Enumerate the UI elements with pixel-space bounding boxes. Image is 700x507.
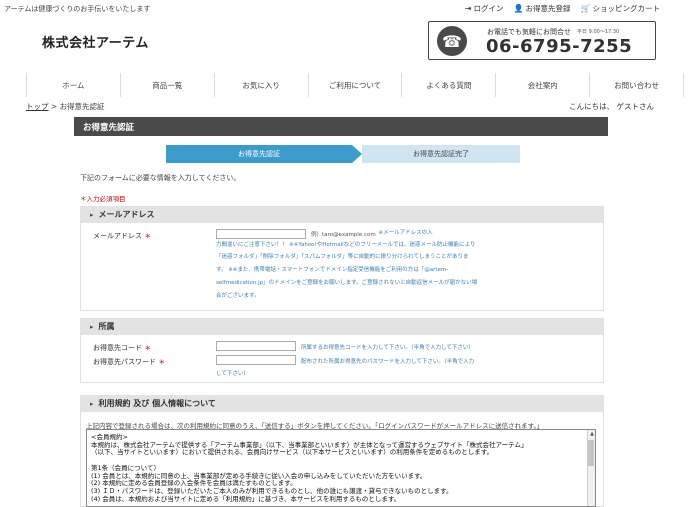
greeting: こんにちは、 ゲストさん	[569, 102, 654, 111]
step-arrow	[352, 145, 362, 163]
code-label: お得意先コード ＊	[93, 343, 151, 353]
breadcrumb: トップ > お得意先認証	[26, 101, 105, 112]
email-required-mark: ＊	[144, 232, 152, 240]
nav-products[interactable]: 商品一覧	[121, 73, 215, 97]
scroll-thumb[interactable]	[588, 440, 594, 466]
customer-code-input[interactable]	[216, 341, 296, 351]
breadcrumb-separator: >	[48, 102, 60, 111]
email-example: 例）taro@example.com	[311, 232, 376, 238]
mail-section-body: メールアドレス ＊ 例）taro@example.com ※メールアドレスの入 …	[80, 223, 604, 311]
email-note-line-5: selfmedication.jp」のドメインをご登録をお願いします。ご登録され…	[216, 280, 478, 286]
register-label: お得意先登録	[525, 4, 571, 13]
email-input[interactable]	[216, 229, 306, 239]
code-required-mark: ＊	[144, 344, 152, 352]
login-label: ログイン	[473, 4, 504, 13]
user-icon: 👤	[513, 4, 524, 13]
step-indicator: お得意先認証 お得意先認証完了	[166, 145, 520, 163]
site-logo[interactable]: 株式会社アーテム	[42, 32, 149, 51]
nav-favorites[interactable]: お気に入り	[215, 73, 309, 97]
belong-section-body: お得意先コード ＊ 所属するお得意先コードを入力して下さい。（半角で入力して下さ…	[80, 335, 604, 383]
form-intro: 下記のフォームに必要な情報を入力してください。	[80, 174, 241, 182]
nav-faq[interactable]: よくある質問	[402, 73, 497, 97]
login-link[interactable]: ⇥ ログイン	[465, 3, 504, 14]
email-note-line-1: ※メールアドレスの入	[373, 230, 433, 236]
phone-hours: 平日 9:00～17:30	[577, 29, 620, 35]
page-title: お得意先認証	[74, 117, 608, 136]
cart-icon: 🛒	[580, 4, 591, 13]
terms-section-header: 利用規約 及び 個人情報について	[80, 395, 604, 412]
top-bar: アーテムは健康づくりのお手伝いをいたします ⇥ ログイン 👤 お得意先登録 🛒 …	[0, 0, 700, 16]
step-current: お得意先認証	[166, 145, 352, 163]
register-link[interactable]: 👤 お得意先登録	[514, 3, 571, 14]
password-label-text: お得意先パスワード	[93, 358, 156, 366]
nav-company[interactable]: 会社案内	[496, 73, 591, 97]
terms-textarea[interactable]: <会員規約> 本規約は、株式会社アーテムで提供する「アーテム事業部」（以下、当事…	[86, 429, 596, 507]
top-links: ⇥ ログイン 👤 お得意先登録 🛒 ショッピングカート	[465, 3, 660, 14]
cart-label: ショッピングカート	[592, 4, 661, 13]
code-label-text: お得意先コード	[93, 344, 142, 352]
password-label: お得意先パスワード ＊	[93, 357, 165, 367]
password-required-mark: ＊	[158, 358, 166, 366]
breadcrumb-current: お得意先認証	[59, 102, 105, 111]
email-note-line-6: 合がございます。	[216, 293, 260, 299]
login-icon: ⇥	[464, 4, 472, 13]
password-note: 配布された所属お得意先のパスワードを入力して下さい。（半角で入力	[301, 359, 475, 365]
code-note: 所属するお得意先コードを入力して下さい。（半角で入力して下さい）	[301, 345, 474, 351]
belong-section-header: 所属	[80, 318, 604, 335]
terms-text: <会員規約> 本規約は、株式会社アーテムで提供する「アーテム事業部」（以下、当事…	[91, 433, 528, 503]
customer-password-input[interactable]	[216, 355, 296, 365]
phone-contact-box: ☎ お電話でも気軽にお問合せ 平日 9:00～17:30 06-6795-725…	[428, 21, 656, 60]
phone-icon: ☎	[437, 26, 467, 56]
required-note: ＊入力必須項目	[80, 195, 126, 203]
global-nav: ホーム 商品一覧 お気に入り ご利用について よくある質問 会社案内 お問い合わ…	[26, 73, 685, 97]
scroll-up-icon[interactable]: ▲	[590, 431, 594, 437]
phone-number: 06-6795-7255	[486, 36, 633, 57]
breadcrumb-home[interactable]: トップ	[26, 102, 49, 111]
step-next: お得意先認証完了	[362, 145, 520, 163]
email-note-line-3: 「迷惑フォルダ」「削除フォルダ」「スパムフォルダ」等に自動的に振り分けられてしま…	[216, 254, 469, 260]
email-note-line-2: 力間違いにご注意下さい！！ ※※Yahoo!やHotmailなどのフリーメールで…	[216, 242, 476, 248]
email-label-text: メールアドレス	[93, 232, 142, 240]
terms-scrollbar[interactable]: ▲	[587, 430, 595, 506]
email-label: メールアドレス ＊	[93, 231, 151, 241]
password-note-cont: して下さい）	[216, 371, 249, 377]
email-note-line-4: す。 ※※また、携帯電話・スマートフォンでドメイン指定受信機能をご利用の方は「@…	[216, 267, 449, 273]
nav-home[interactable]: ホーム	[26, 73, 121, 97]
site-tagline: アーテムは健康づくりのお手伝いをいたします	[4, 5, 151, 13]
nav-contact[interactable]: お問い合わせ	[590, 73, 685, 97]
cart-link[interactable]: 🛒 ショッピングカート	[581, 3, 660, 14]
nav-guide[interactable]: ご利用について	[309, 73, 403, 97]
mail-section-header: メールアドレス	[80, 206, 604, 223]
